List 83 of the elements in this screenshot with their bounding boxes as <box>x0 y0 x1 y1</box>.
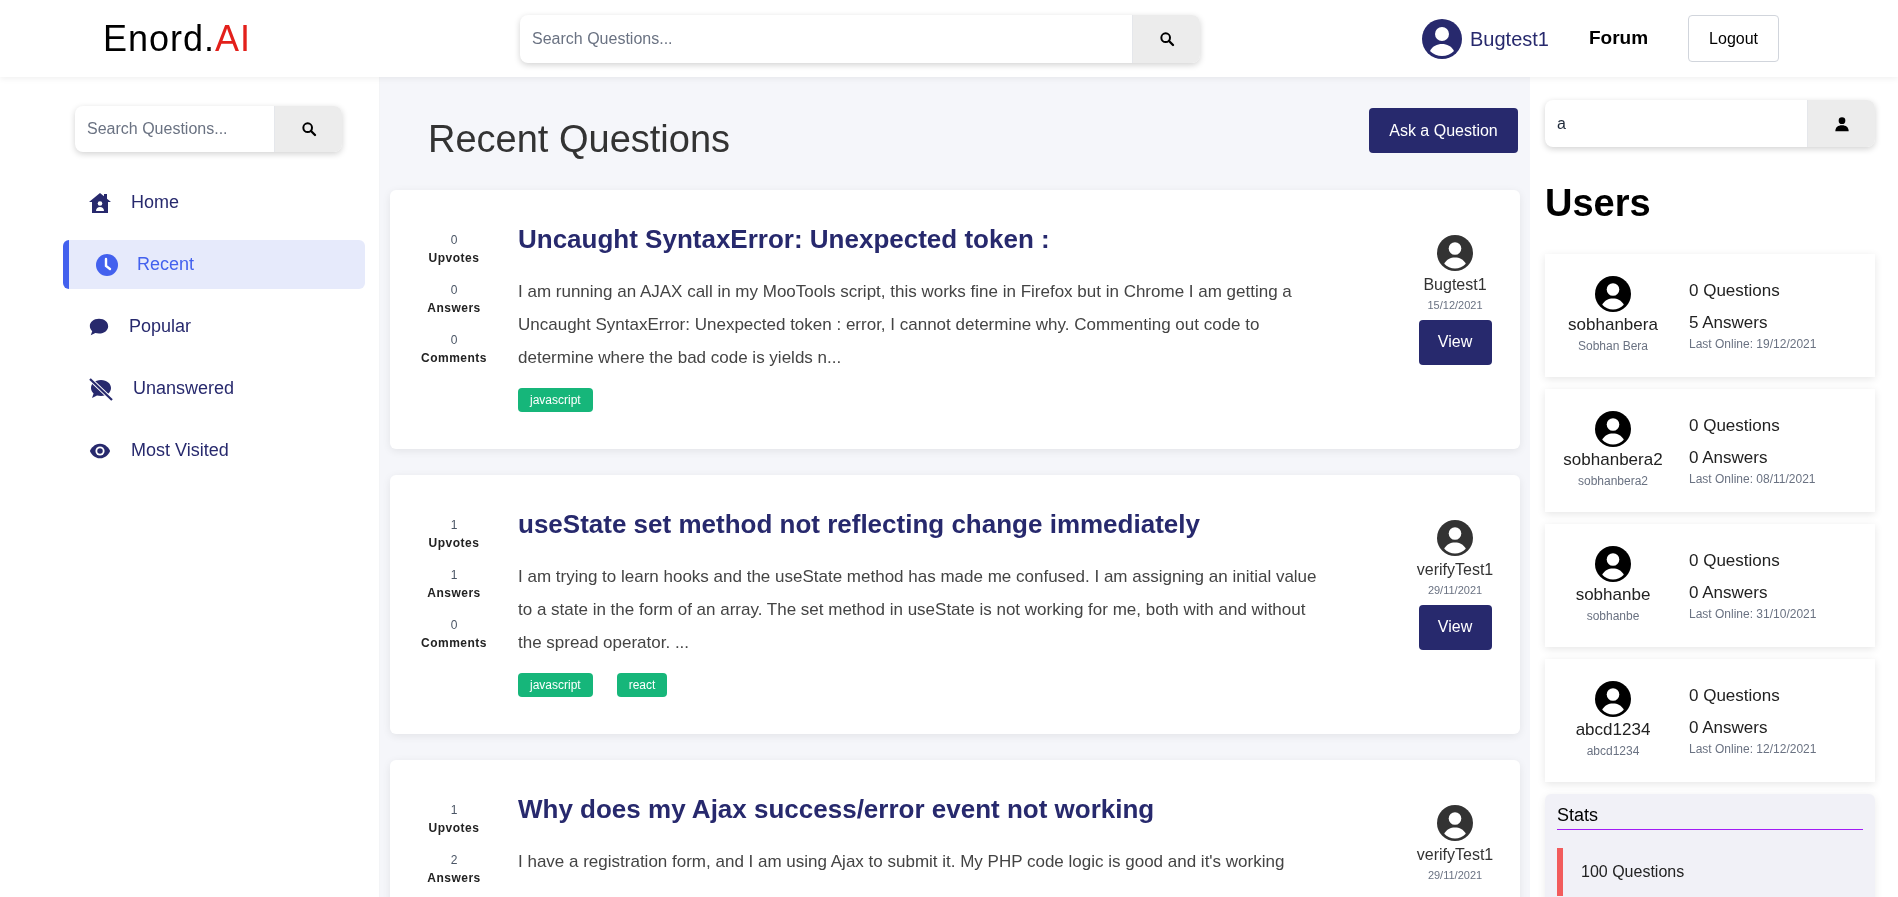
stats-title: Stats <box>1557 805 1599 825</box>
stat-count: 0 <box>450 232 458 249</box>
stat-count: 0 <box>450 282 458 299</box>
page-title: Recent Questions <box>428 117 731 162</box>
logout-button[interactable]: Logout <box>1688 15 1780 62</box>
search-icon <box>1158 30 1175 47</box>
question-excerpt: I am running an AJAX call in my MooTools script, this works fine in Firefox but in Chrome I am getting a Uncaught SyntaxError: Unexpected token : error, I cannot determine why. Commenting out code to determine where the bad code is yields n... <box>518 281 1293 369</box>
stat-count: 1 <box>450 802 458 819</box>
nav-item[interactable]: Most Visited <box>63 426 365 475</box>
question-count: 0 Questions <box>1689 550 1781 572</box>
stat-count: 0 <box>450 332 458 349</box>
logo[interactable]: Enord.AI <box>103 11 323 66</box>
ask-question-button[interactable]: Ask a Question <box>1369 108 1518 153</box>
avatar-icon <box>1437 235 1473 271</box>
answer-count: 5 Answers <box>1689 311 1769 334</box>
user-handle[interactable]: sobhanbe <box>1575 581 1651 608</box>
view-button[interactable]: View <box>1418 319 1492 365</box>
person-icon <box>1833 115 1850 132</box>
nav-item[interactable]: Home <box>63 178 365 227</box>
last-online: Last Online: 31/10/2021 <box>1689 606 1817 623</box>
stat-count: 2 <box>450 852 458 869</box>
author-name: verifyTest1 <box>1416 845 1494 865</box>
author-name: Bugtest1 <box>1423 275 1487 295</box>
answer-count: 0 Answers <box>1689 446 1769 469</box>
answer-count: 0 Answers <box>1689 716 1769 739</box>
avatar-icon <box>1437 520 1473 556</box>
stat-label: Comments <box>421 350 487 367</box>
user-fullname: Sobhan Bera <box>1577 338 1649 356</box>
username[interactable]: Bugtest1 <box>1470 23 1549 54</box>
search-button[interactable] <box>1132 14 1200 63</box>
stat-label: Comments <box>421 635 487 652</box>
stat-label: Upvotes <box>428 535 480 552</box>
clock-icon <box>95 252 119 277</box>
search-field[interactable]: Search Questions... <box>520 14 1132 63</box>
user-fullname: sobhanbe <box>1586 608 1640 626</box>
stat-count: 0 <box>450 617 458 634</box>
stat-count: 1 <box>450 517 458 534</box>
answer-count: 0 Answers <box>1689 581 1769 604</box>
last-online: Last Online: 12/12/2021 <box>1689 741 1817 758</box>
author-name: verifyTest1 <box>1416 560 1494 580</box>
user-fullname: sobhanbera2 <box>1577 473 1649 491</box>
stat-count: 1 <box>450 567 458 584</box>
stat-label: Answers <box>427 300 481 317</box>
question-excerpt: I have a registration form, and I am using Ajax to submit it. My PHP code logic is good and it's working <box>518 851 1286 873</box>
stat-item: 100 Questions <box>1581 863 1685 880</box>
question-count: 0 Questions <box>1689 280 1781 302</box>
stat-label: Answers <box>427 870 481 887</box>
avatar-icon <box>1595 275 1631 312</box>
crossed-bubble-icon <box>87 376 115 401</box>
nav-item[interactable]: Popular <box>63 302 365 351</box>
question-title[interactable]: Uncaught SyntaxError: Unexpected token : <box>518 220 1330 259</box>
post-date: 15/12/2021 <box>1427 298 1483 313</box>
panel-title: Users <box>1545 181 1652 226</box>
stat-label: Upvotes <box>428 820 480 837</box>
post-date: 29/11/2021 <box>1427 583 1483 598</box>
search-field[interactable]: a <box>1545 100 1807 147</box>
question-title[interactable]: useState set method not reflecting change immediately <box>518 505 1330 544</box>
avatar-icon <box>1595 410 1631 447</box>
avatar-icon[interactable] <box>1422 18 1462 59</box>
search-button[interactable] <box>274 106 342 152</box>
forum-link[interactable]: Forum <box>1588 24 1649 53</box>
nav-item[interactable]: Recent <box>63 240 365 289</box>
question-count: 0 Questions <box>1689 415 1781 437</box>
avatar-icon <box>1437 805 1473 841</box>
question-title[interactable]: Why does my Ajax success/error event not working <box>518 790 1330 829</box>
question-excerpt: I am trying to learn hooks and the useState method has made me confused. I am assigning an initial value to a state in the form of an array. The set method in useState is not working for me, both with and without the spread operator. ... <box>518 566 1318 654</box>
stat-label: Answers <box>427 585 481 602</box>
avatar-icon <box>1595 545 1631 582</box>
house-icon <box>87 190 113 215</box>
stat-label: Upvotes <box>428 250 480 267</box>
avatar-icon <box>1595 680 1631 717</box>
view-button[interactable]: View <box>1418 604 1492 650</box>
user-handle[interactable]: abcd1234 <box>1575 716 1651 743</box>
user-handle[interactable]: sobhanbera <box>1568 311 1658 338</box>
user-fullname: abcd1234 <box>1586 743 1640 761</box>
post-date: 29/11/2021 <box>1427 868 1483 883</box>
nav-item[interactable]: Unanswered <box>63 364 365 413</box>
user-handle[interactable]: sobhanbera2 <box>1563 446 1663 473</box>
last-online: Last Online: 19/12/2021 <box>1689 336 1817 353</box>
question-count: 0 Questions <box>1689 685 1781 707</box>
user-search-button[interactable] <box>1807 100 1875 147</box>
search-icon <box>300 121 317 137</box>
last-online: Last Online: 08/11/2021 <box>1689 471 1816 488</box>
